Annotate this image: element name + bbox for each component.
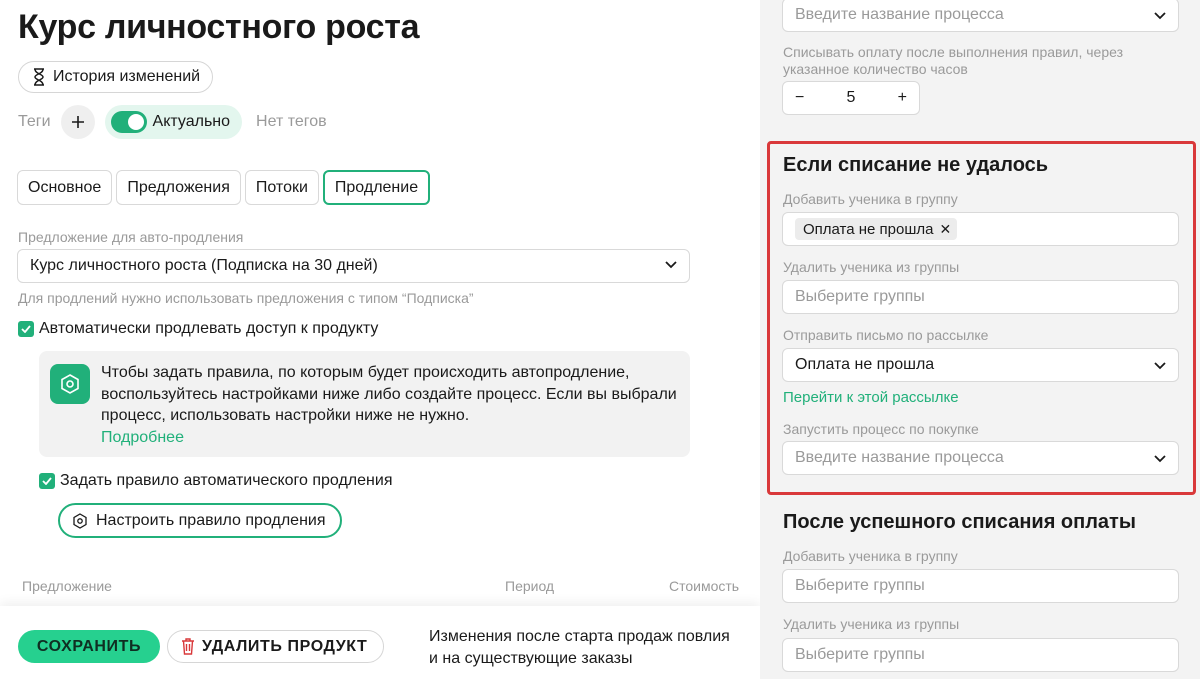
tags-row: Теги Актуально Нет тегов	[18, 105, 327, 139]
failed-charge-heading: Если списание не удалось	[783, 154, 1049, 176]
renewal-offer-hint: Для продлений нужно использовать предлож…	[18, 290, 474, 306]
check-icon	[21, 325, 31, 333]
success-add-group-label: Добавить ученика в группу	[783, 548, 958, 564]
status-toggle[interactable]: Актуально	[104, 105, 243, 139]
run-process-placeholder: Введите название процесса	[795, 449, 1004, 466]
failed-remove-group-select[interactable]: Выберите группы	[782, 280, 1179, 314]
footer-note-line2: и на существующие заказы	[429, 650, 633, 667]
hexagon-icon	[73, 513, 87, 529]
delete-product-label: УДАЛИТЬ ПРОДУКТ	[202, 638, 368, 655]
main-panel: Курс личностного роста История изменений…	[0, 0, 760, 679]
success-add-group-placeholder: Выберите группы	[795, 577, 925, 594]
hexagon-icon	[50, 364, 90, 404]
info-text: Чтобы задать правила, по которым будет п…	[101, 362, 686, 448]
charge-delay-label: Списывать оплату после выполнения правил…	[783, 44, 1124, 77]
history-button[interactable]: История изменений	[18, 61, 214, 93]
success-remove-group-select[interactable]: Выберите группы	[782, 638, 1179, 672]
history-button-label: История изменений	[53, 68, 201, 85]
toggle-switch[interactable]	[110, 111, 147, 133]
tags-label: Теги	[18, 113, 51, 130]
tab-offers[interactable]: Предложения	[116, 170, 241, 205]
failed-remove-group-placeholder: Выберите группы	[795, 288, 925, 305]
tab-streams[interactable]: Потоки	[244, 170, 319, 205]
plus-icon	[71, 116, 84, 128]
footer-bar: СОХРАНИТЬ УДАЛИТЬ ПРОДУКТ Изменения посл…	[0, 606, 760, 679]
auto-renew-label: Автоматически продлевать доступ к продук…	[39, 320, 379, 337]
auto-renew-checkbox[interactable]	[18, 321, 34, 337]
table-header-offer: Предложение	[22, 578, 112, 594]
trash-icon	[182, 638, 194, 655]
success-charge-heading: После успешного списания оплаты	[783, 511, 1136, 533]
success-remove-group-placeholder: Выберите группы	[795, 646, 925, 663]
send-mail-value: Оплата не прошла	[795, 356, 935, 373]
charge-delay-stepper: − 5 +	[782, 81, 920, 115]
learn-more-link[interactable]: Подробнее	[101, 429, 184, 446]
tab-bar: Основное Предложения Потоки Продление	[17, 170, 431, 205]
failed-add-group-select[interactable]: Оплата не прошла ✕	[782, 212, 1179, 246]
close-icon[interactable]: ✕	[940, 221, 952, 238]
configure-rule-button[interactable]: Настроить правило продления	[58, 503, 342, 538]
tab-renewal[interactable]: Продление	[322, 170, 431, 205]
footer-note: Изменения после старта продаж повлия и н…	[429, 626, 760, 670]
chevron-down-icon	[1154, 362, 1166, 370]
info-callout: Чтобы задать правила, по которым будет п…	[39, 351, 690, 457]
send-mail-label: Отправить письмо по рассылке	[783, 327, 989, 343]
table-header-price: Стоимость	[669, 578, 740, 594]
success-add-group-select[interactable]: Выберите группы	[782, 569, 1179, 603]
go-to-mailing-link[interactable]: Перейти к этой рассылке	[783, 389, 959, 406]
renewal-offer-select[interactable]: Курс личностного роста (Подписка на 30 д…	[17, 249, 690, 283]
save-button[interactable]: СОХРАНИТЬ	[18, 630, 160, 663]
top-process-select[interactable]: Введите название процесса	[782, 0, 1179, 32]
set-rule-label: Задать правило автоматического продления	[60, 472, 393, 489]
failed-add-group-label: Добавить ученика в группу	[783, 191, 958, 207]
tab-main[interactable]: Основное	[17, 170, 113, 205]
chevron-down-icon	[665, 261, 677, 269]
hourglass-icon	[34, 68, 44, 86]
success-remove-group-label: Удалить ученика из группы	[783, 616, 960, 632]
chevron-down-icon	[1154, 12, 1166, 20]
configure-rule-label: Настроить правило продления	[96, 512, 326, 529]
set-rule-checkbox[interactable]	[39, 473, 55, 489]
page-title: Курс личностного роста	[18, 8, 420, 46]
top-process-placeholder: Введите название процесса	[795, 6, 1004, 23]
renewal-settings-panel: Введите название процесса Списывать опла…	[760, 0, 1200, 679]
charge-delay-value[interactable]: 5	[804, 89, 897, 107]
add-tag-button[interactable]	[60, 105, 95, 139]
send-mail-select[interactable]: Оплата не прошла	[782, 348, 1179, 382]
delete-product-button[interactable]: УДАЛИТЬ ПРОДУКТ	[167, 630, 385, 663]
failed-remove-group-label: Удалить ученика из группы	[783, 259, 960, 275]
info-text-body: Чтобы задать правила, по которым будет п…	[101, 364, 677, 424]
minus-icon[interactable]: −	[795, 89, 804, 107]
no-tags-text: Нет тегов	[256, 113, 327, 130]
chevron-down-icon	[1154, 455, 1166, 463]
run-process-select[interactable]: Введите название процесса	[782, 441, 1179, 475]
status-label: Актуально	[152, 113, 231, 130]
group-chip: Оплата не прошла ✕	[795, 218, 958, 240]
set-rule-checkbox-row[interactable]: Задать правило автоматического продления	[39, 472, 392, 490]
renewal-offer-value: Курс личностного роста (Подписка на 30 д…	[30, 257, 378, 274]
run-process-label: Запустить процесс по покупке	[783, 421, 979, 437]
check-icon	[42, 477, 52, 485]
footer-note-line1: Изменения после старта продаж повлия	[429, 628, 730, 645]
plus-icon[interactable]: +	[898, 89, 907, 107]
auto-renew-checkbox-row[interactable]: Автоматически продлевать доступ к продук…	[18, 320, 378, 338]
renewal-offer-label: Предложение для авто-продления	[18, 229, 244, 245]
group-chip-label: Оплата не прошла	[803, 220, 934, 238]
table-header-period: Период	[505, 578, 555, 594]
